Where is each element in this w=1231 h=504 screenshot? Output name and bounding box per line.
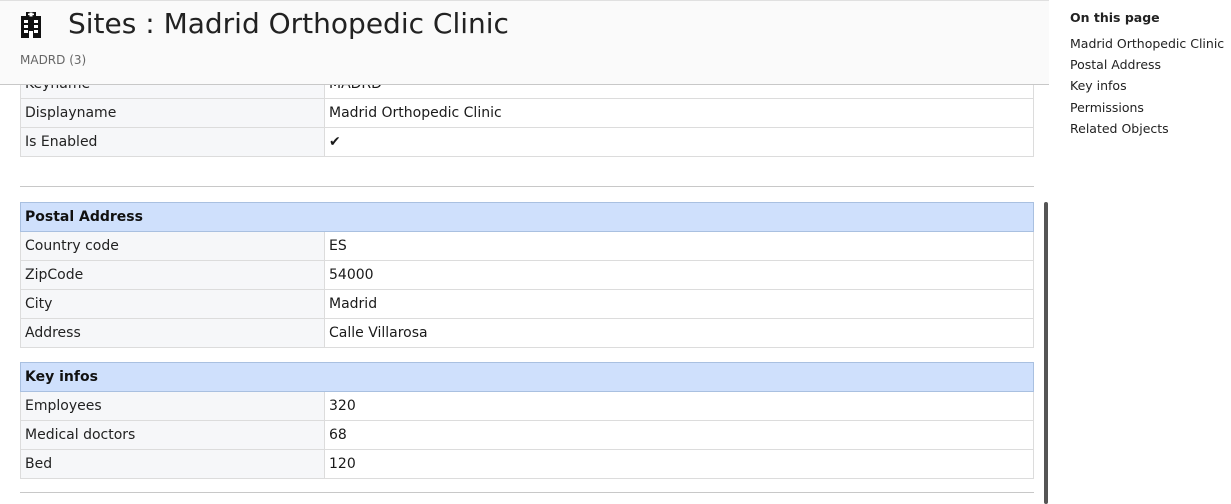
property-value: ES	[324, 231, 1034, 261]
table-row: ZipCode 54000	[20, 260, 1034, 290]
property-label: Medical doctors	[20, 420, 325, 450]
hospital-building-icon	[21, 12, 41, 38]
table-row: Is Enabled ✔	[20, 127, 1034, 157]
property-label: ZipCode	[20, 260, 325, 290]
property-value: 68	[324, 420, 1034, 450]
toc-link-madrid-orthopedic-clinic[interactable]: Madrid Orthopedic Clinic	[1070, 33, 1230, 54]
main-content: Keyname MADRD Displayname Madrid Orthope…	[20, 85, 1034, 504]
content-scrollbar[interactable]	[1044, 202, 1048, 504]
section-divider	[20, 492, 1034, 493]
property-value: 120	[324, 449, 1034, 479]
property-value: Calle Villarosa	[324, 318, 1034, 348]
key-infos-table: Key infos Employees 320 Medical doctors …	[20, 362, 1034, 479]
property-value: Madrid Orthopedic Clinic	[324, 98, 1034, 128]
checkmark-icon: ✔	[324, 127, 1034, 157]
table-row: Employees 320	[20, 391, 1034, 421]
key-infos-heading: Key infos	[20, 362, 1034, 392]
property-value: 54000	[324, 260, 1034, 290]
general-properties-table: Keyname MADRD Displayname Madrid Orthope…	[20, 85, 1034, 157]
toc-link-permissions[interactable]: Permissions	[1070, 97, 1230, 118]
property-label: Displayname	[20, 98, 325, 128]
section-divider	[20, 186, 1034, 187]
table-row: Address Calle Villarosa	[20, 318, 1034, 348]
table-row: Medical doctors 68	[20, 420, 1034, 450]
property-value: Madrid	[324, 289, 1034, 319]
table-row: Country code ES	[20, 231, 1034, 261]
property-value: 320	[324, 391, 1034, 421]
property-label: Country code	[20, 231, 325, 261]
table-header-row: Key infos	[20, 362, 1034, 392]
property-value: MADRD	[324, 85, 1034, 99]
toc-link-postal-address[interactable]: Postal Address	[1070, 54, 1230, 75]
property-label: Address	[20, 318, 325, 348]
table-row: Displayname Madrid Orthopedic Clinic	[20, 98, 1034, 128]
property-label: Keyname	[20, 85, 325, 99]
property-label: City	[20, 289, 325, 319]
property-label: Is Enabled	[20, 127, 325, 157]
page-header: Sites : Madrid Orthopedic Clinic MADRD (…	[0, 0, 1049, 85]
table-row: City Madrid	[20, 289, 1034, 319]
table-header-row: Postal Address	[20, 202, 1034, 232]
table-row: Bed 120	[20, 449, 1034, 479]
toc-link-related-objects[interactable]: Related Objects	[1070, 118, 1230, 139]
toc-link-key-infos[interactable]: Key infos	[1070, 75, 1230, 96]
table-row: Keyname MADRD	[20, 85, 1034, 99]
property-label: Employees	[20, 391, 325, 421]
on-this-page-nav: On this page Madrid Orthopedic Clinic Po…	[1070, 10, 1230, 139]
property-label: Bed	[20, 449, 325, 479]
toc-title: On this page	[1070, 10, 1160, 25]
page-subtitle: MADRD (3)	[20, 53, 87, 67]
postal-address-table: Postal Address Country code ES ZipCode 5…	[20, 202, 1034, 348]
postal-address-heading: Postal Address	[20, 202, 1034, 232]
page-title: Sites : Madrid Orthopedic Clinic	[68, 7, 509, 40]
